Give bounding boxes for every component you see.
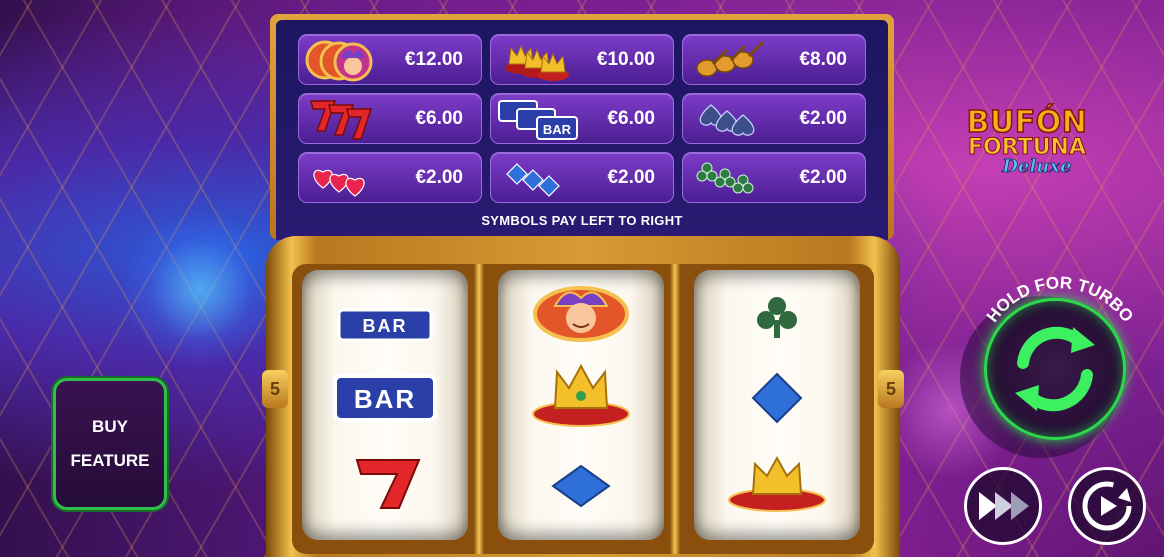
paytable-entry-club: €2.00 [682,152,866,203]
reel-3 [694,270,860,540]
pays-direction-note: SYMBOLS PAY LEFT TO RIGHT [481,213,683,228]
jester-icon [533,286,629,342]
reel-frame: BAR BAR [266,236,900,557]
diamond-icon [751,372,803,424]
paytable-grid: €12.00 €10.00 €8.00 €6.00 BAR €6.00 €2.0… [298,34,874,203]
jester-icon [305,40,373,82]
paytable-entry-seven: €6.00 [298,93,482,144]
game-logo: BUFÓN FORTUNA Deluxe [957,105,1097,177]
bar-icon: BAR [333,374,437,422]
logo-subtitle: FORTUNA [968,135,1087,160]
payout-amount: €2.00 [607,167,655,188]
crown-icon [532,363,630,427]
reel-divider [474,264,484,554]
reel-window: BAR BAR [292,264,874,554]
paytable-entry-crown: €10.00 [490,34,674,85]
payout-amount: €2.00 [799,167,847,188]
background-glow-left [120,210,280,370]
diamond-icon [506,163,560,197]
spade-icon [699,104,755,136]
paytable-entry-diamond: €2.00 [490,152,674,203]
seven-icon [310,100,373,140]
paytable-entry-mandolin: €8.00 [682,34,866,85]
seven-icon [355,459,421,509]
bar-icon: BAR [337,308,433,342]
mandolin-icon [696,40,765,77]
autoplay-button[interactable] [1068,467,1146,545]
bar-text: BAR [354,384,416,414]
paytable-entry-jester: €12.00 [298,34,482,85]
lines-indicator-left: 5 [262,370,288,408]
crown-icon [505,44,569,81]
payout-amount: €2.00 [799,108,847,129]
payout-amount: €12.00 [404,49,463,70]
autoplay-icon [1082,481,1132,531]
paytable-panel: €12.00 €10.00 €8.00 €6.00 BAR €6.00 €2.0… [270,14,894,240]
paytable-entry-bar: BAR €6.00 [490,93,674,144]
payout-amount: €2.00 [415,167,463,188]
buy-feature-label-2: FEATURE [70,451,150,470]
spin-arrows-icon [1015,326,1095,412]
heart-icon [313,169,365,197]
paytable-inner: €12.00 €10.00 €8.00 €6.00 BAR €6.00 €2.0… [276,20,888,240]
turbo-speed-button[interactable] [964,467,1042,545]
logo-deluxe: Deluxe [1002,156,1072,177]
club-icon [696,162,754,194]
spin-button[interactable] [984,298,1126,440]
payout-amount: €10.00 [596,49,655,70]
fast-forward-icon [979,492,1029,520]
lines-indicator-right: 5 [878,370,904,408]
club-icon [757,297,797,338]
reel-1: BAR BAR [302,270,468,540]
paytable-entry-spade: €2.00 [682,93,866,144]
payout-amount: €6.00 [415,108,463,129]
reel-divider [670,264,680,554]
bar-icon: BAR [498,100,578,140]
paytable-entry-heart: €2.00 [298,152,482,203]
logo-title: BUFÓN [966,105,1088,140]
payout-amount: €8.00 [799,49,847,70]
payout-amount: €6.00 [607,108,655,129]
bar-text: BAR [543,122,572,137]
buy-feature-label-1: BUY [92,417,128,436]
reel-2 [498,270,664,540]
buy-feature-button[interactable]: BUY FEATURE [53,378,167,510]
crown-icon [728,455,826,512]
diamond-icon [551,464,611,508]
bar-text: BAR [363,316,408,336]
